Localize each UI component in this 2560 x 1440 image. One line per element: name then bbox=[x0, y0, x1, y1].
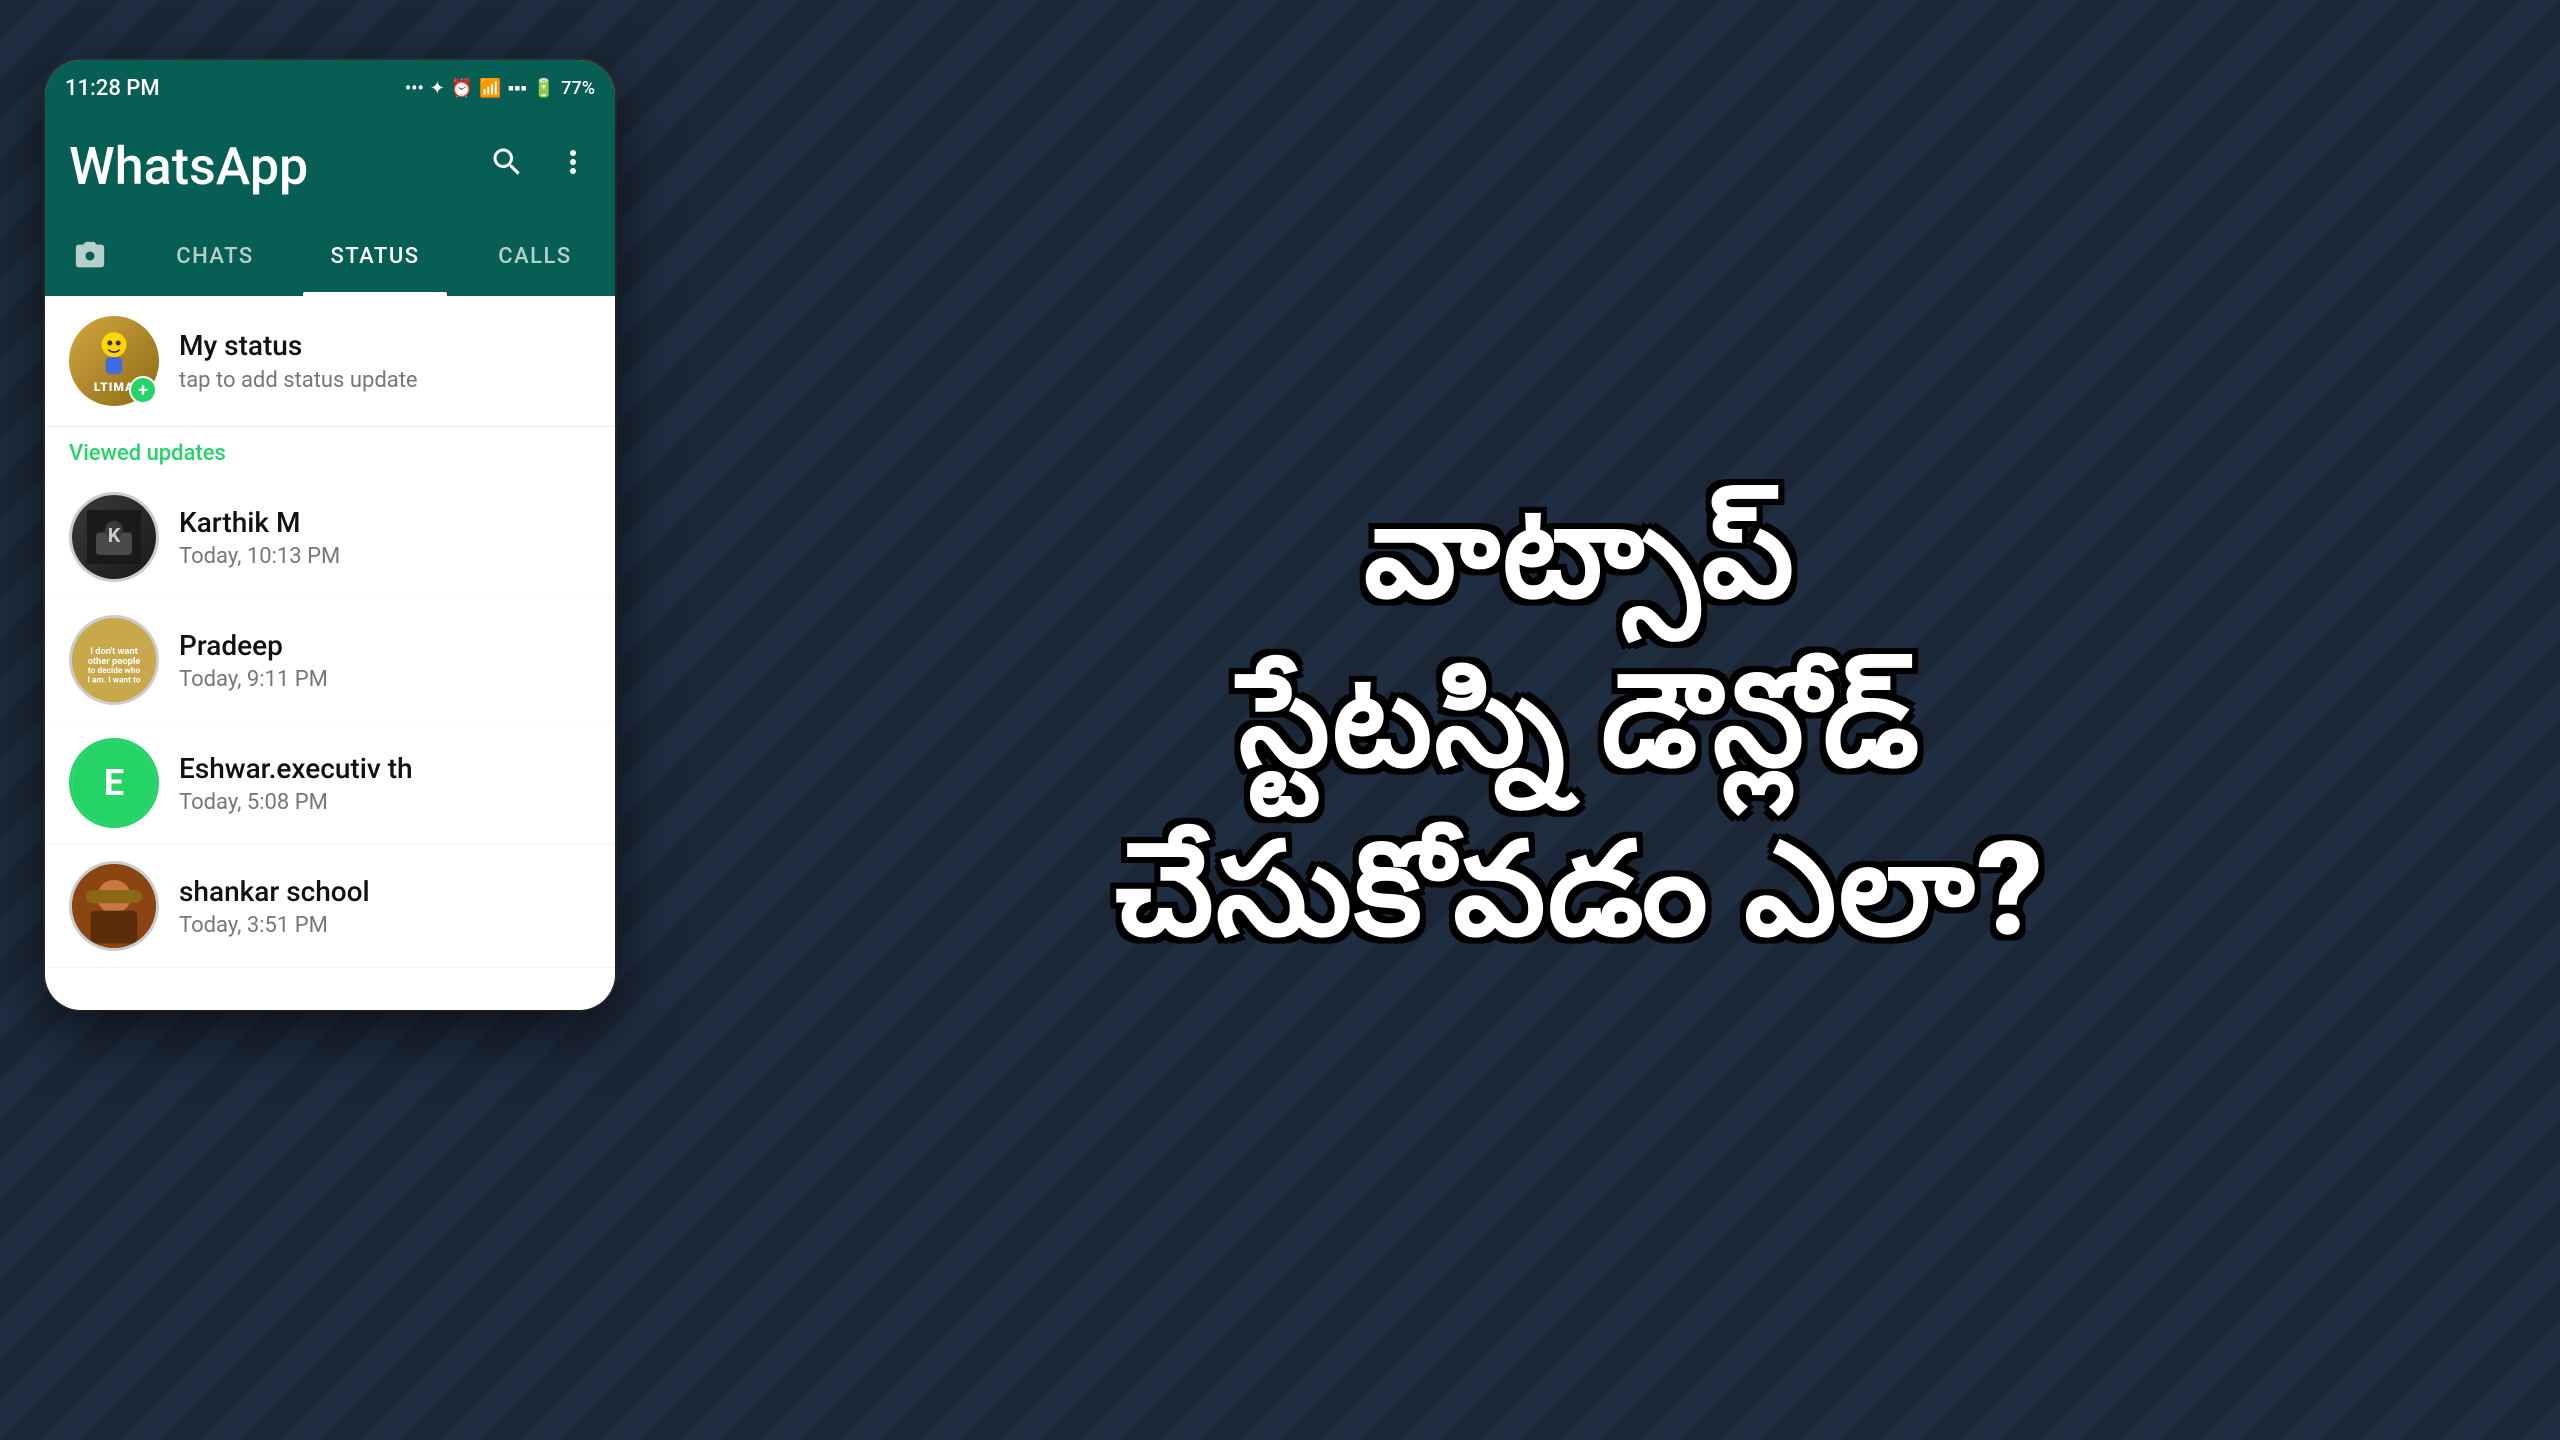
karthik-avatar: K bbox=[69, 492, 159, 582]
pradeep-name: Pradeep bbox=[179, 629, 591, 662]
list-item[interactable]: I don't want other people to decide who … bbox=[45, 599, 615, 722]
more-options-icon[interactable] bbox=[555, 144, 591, 189]
tab-calls[interactable]: CALLS bbox=[455, 216, 615, 296]
my-status-name: My status bbox=[179, 329, 591, 362]
list-item[interactable]: E Eshwar.executiv th Today, 5:08 PM bbox=[45, 722, 615, 845]
my-status-item[interactable]: LTIMA + My status tap to add status upda… bbox=[45, 296, 615, 427]
phone-mockup: 11:28 PM ••• ✦ ⏰ 📶 ▪▪▪ 🔋 77% WhatsApp bbox=[45, 60, 615, 1010]
wifi-icon: 📶 bbox=[479, 78, 501, 99]
bluetooth-icon: ✦ bbox=[430, 78, 445, 99]
add-status-badge[interactable]: + bbox=[129, 376, 157, 404]
shankar-name: shankar school bbox=[179, 875, 591, 908]
svg-text:I am. I want to: I am. I want to bbox=[87, 675, 140, 685]
status-bar-time: 11:28 PM bbox=[65, 76, 160, 101]
right-side-overlay: వాట్సాప్ స్టేటస్ని డౌన్లోడ్ చేసుకోవడం ఎల… bbox=[600, 0, 2560, 1440]
tab-camera[interactable] bbox=[45, 216, 135, 296]
app-title: WhatsApp bbox=[69, 136, 308, 197]
karthik-info: Karthik M Today, 10:13 PM bbox=[179, 506, 591, 569]
my-status-info: My status tap to add status update bbox=[179, 329, 591, 393]
signal-icon: ▪▪▪ bbox=[508, 78, 527, 99]
content-area: LTIMA + My status tap to add status upda… bbox=[45, 296, 615, 1010]
tab-chats[interactable]: CHATS bbox=[135, 216, 295, 296]
dots-icon: ••• bbox=[405, 78, 424, 99]
alarm-icon: ⏰ bbox=[451, 78, 473, 99]
telugu-title-text: వాట్సాప్ స్టేటస్ని డౌన్లోడ్ చేసుకోవడం ఎల… bbox=[1035, 467, 2125, 974]
header-icons bbox=[489, 144, 591, 189]
pradeep-avatar: I don't want other people to decide who … bbox=[69, 615, 159, 705]
karthik-name: Karthik M bbox=[179, 506, 591, 539]
search-icon[interactable] bbox=[489, 144, 525, 189]
viewed-updates-label: Viewed updates bbox=[45, 427, 615, 476]
my-status-avatar-wrapper: LTIMA + bbox=[69, 316, 159, 406]
eshwar-info: Eshwar.executiv th Today, 5:08 PM bbox=[179, 752, 591, 815]
list-item[interactable]: K Karthik M Today, 10:13 PM bbox=[45, 476, 615, 599]
eshwar-name: Eshwar.executiv th bbox=[179, 752, 591, 785]
shankar-info: shankar school Today, 3:51 PM bbox=[179, 875, 591, 938]
tab-status[interactable]: STATUS bbox=[295, 216, 455, 296]
tabs-bar: CHATS STATUS CALLS bbox=[45, 216, 615, 296]
list-item[interactable]: shankar school Today, 3:51 PM bbox=[45, 845, 615, 968]
shankar-time: Today, 3:51 PM bbox=[179, 913, 591, 938]
status-bar-icons: ••• ✦ ⏰ 📶 ▪▪▪ 🔋 77% bbox=[405, 78, 595, 99]
shankar-avatar bbox=[69, 861, 159, 951]
eshwar-avatar: E bbox=[69, 738, 159, 828]
status-bar: 11:28 PM ••• ✦ ⏰ 📶 ▪▪▪ 🔋 77% bbox=[45, 60, 615, 116]
eshwar-time: Today, 5:08 PM bbox=[179, 790, 591, 815]
app-header: WhatsApp bbox=[45, 116, 615, 216]
pradeep-time: Today, 9:11 PM bbox=[179, 667, 591, 692]
pradeep-info: Pradeep Today, 9:11 PM bbox=[179, 629, 591, 692]
battery-percent: 77% bbox=[561, 78, 595, 99]
karthik-time: Today, 10:13 PM bbox=[179, 544, 591, 569]
battery-icon: 🔋 bbox=[533, 78, 555, 99]
svg-text:K: K bbox=[108, 524, 121, 547]
my-status-subtitle: tap to add status update bbox=[179, 368, 591, 393]
